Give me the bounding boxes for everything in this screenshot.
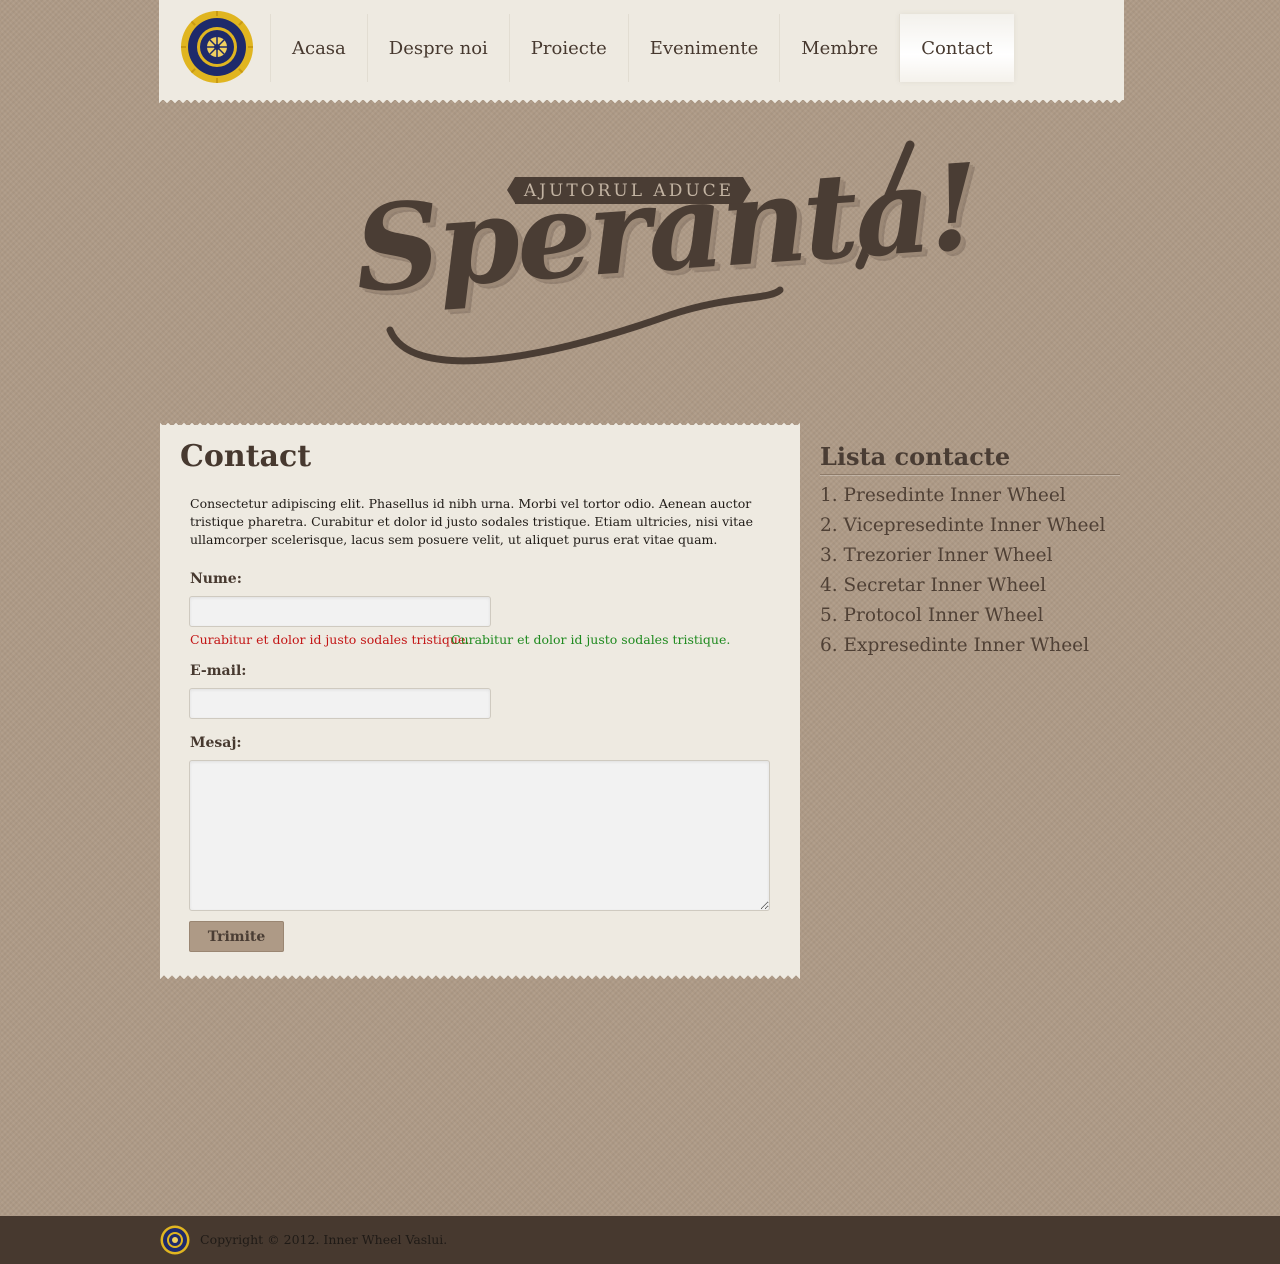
contact-intro: Consectetur adipiscing elit. Phasellus i… (190, 496, 754, 547)
contact-card: Contact Consectetur adipiscing elit. Pha… (160, 420, 800, 980)
hero-script-text: Speranta! (350, 136, 982, 319)
name-label: Nume: (190, 571, 242, 587)
contact-item-expresedinte[interactable]: 6. Expresedinte Inner Wheel (820, 631, 1120, 661)
nav-despre-noi[interactable]: Despre noi (366, 14, 509, 82)
contact-item-protocol[interactable]: 5. Protocol Inner Wheel (820, 601, 1120, 631)
nav-label: Proiecte (530, 37, 607, 59)
email-input[interactable] (189, 688, 491, 719)
sidebar-title: Lista contacte (820, 442, 1120, 475)
inner-wheel-logo-icon[interactable] (180, 10, 254, 84)
nav-label: Acasa (292, 37, 346, 59)
name-input[interactable] (189, 596, 491, 627)
copyright-text: Copyright © 2012. Inner Wheel Vaslui. (200, 1232, 448, 1247)
contact-item-trezorier[interactable]: 3. Trezorier Inner Wheel (820, 541, 1120, 571)
success-message: Curabitur et dolor id justo sodales tris… (451, 632, 731, 647)
nav-label: Membre (801, 37, 879, 59)
footer: Copyright © 2012. Inner Wheel Vaslui. (0, 1216, 1280, 1264)
error-message: Curabitur et dolor id justo sodales tris… (190, 632, 470, 647)
main-nav: Acasa Despre noi Proiecte Evenimente Mem… (270, 14, 1014, 82)
contact-item-vicepresedinte[interactable]: 2. Vicepresedinte Inner Wheel (820, 511, 1120, 541)
contacts-sidebar: Lista contacte 1. Presedinte Inner Wheel… (820, 442, 1120, 661)
nav-contact[interactable]: Contact (899, 14, 1014, 82)
nav-proiecte[interactable]: Proiecte (508, 14, 628, 82)
email-label: E-mail: (190, 663, 247, 679)
message-textarea[interactable] (189, 760, 770, 911)
nav-label: Despre noi (388, 37, 488, 59)
footer-emblem-icon (160, 1225, 190, 1255)
contact-item-presedinte[interactable]: 1. Presedinte Inner Wheel (820, 481, 1120, 511)
message-label: Mesaj: (190, 735, 242, 751)
header: Acasa Despre noi Proiecte Evenimente Mem… (159, 0, 1124, 106)
nav-acasa[interactable]: Acasa (270, 14, 367, 82)
nav-evenimente[interactable]: Evenimente (627, 14, 780, 82)
nav-label: Contact (921, 37, 993, 59)
hero-logotype: AJUTORUL ADUCE Speranta! (350, 136, 982, 370)
submit-button[interactable]: Trimite (189, 921, 284, 952)
contact-item-secretar[interactable]: 4. Secretar Inner Wheel (820, 571, 1120, 601)
contacts-list: 1. Presedinte Inner Wheel 2. Vicepresedi… (820, 481, 1120, 661)
nav-membre[interactable]: Membre (779, 14, 899, 82)
page-title: Contact (180, 439, 312, 474)
nav-label: Evenimente (649, 37, 759, 59)
